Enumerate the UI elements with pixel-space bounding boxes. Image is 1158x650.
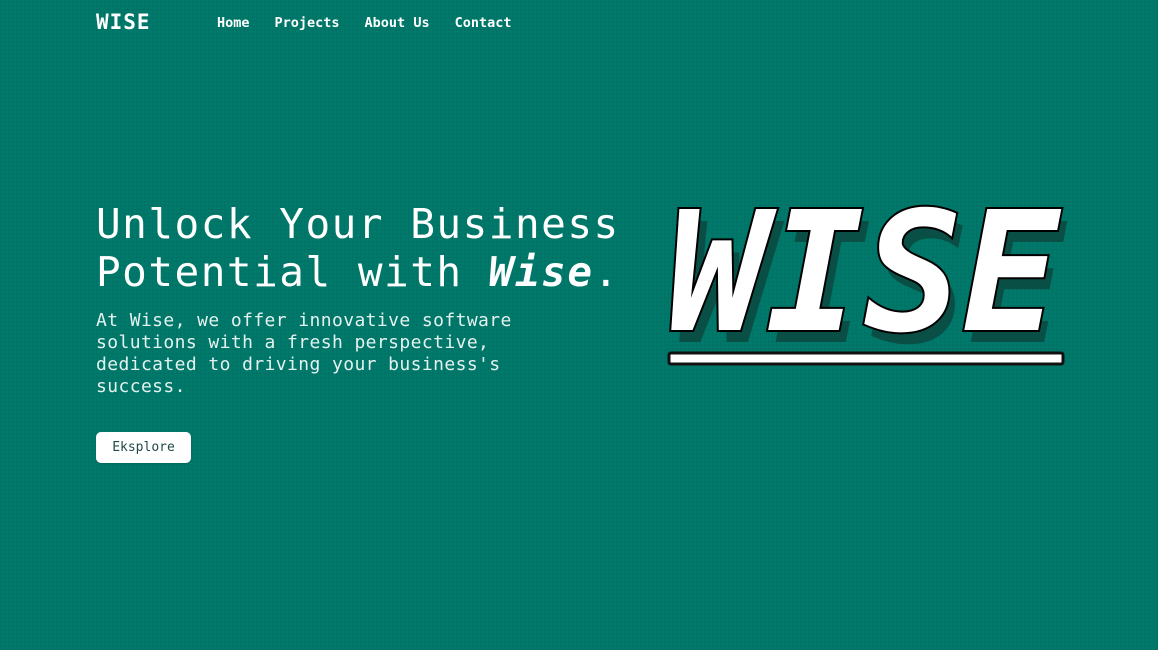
hero-title-line1: Unlock Your Business — [96, 200, 620, 248]
hero-title-suffix: . — [593, 248, 620, 296]
hero-description: At Wise, we offer innovative software so… — [96, 310, 512, 397]
nav-link-contact[interactable]: Contact — [455, 15, 512, 31]
hero-section: Unlock Your Business Potential with Wise… — [96, 200, 656, 398]
hero-title: Unlock Your Business Potential with Wise… — [96, 200, 656, 296]
hero-logo-underline — [667, 351, 1065, 366]
explore-button[interactable]: Eksplore — [96, 432, 191, 463]
nav-link-about-us[interactable]: About Us — [365, 15, 430, 31]
nav-link-projects[interactable]: Projects — [275, 15, 340, 31]
navbar: WISE Home Projects About Us Contact — [0, 0, 1158, 48]
hero-title-emphasis: Wise — [488, 248, 594, 296]
brand-logo[interactable]: WISE — [96, 10, 151, 34]
nav-links: Home Projects About Us Contact — [217, 15, 536, 31]
hero-logo-text: WISE — [668, 190, 1062, 370]
nav-link-home[interactable]: Home — [217, 15, 250, 31]
hero-title-line2-prefix: Potential with — [96, 248, 489, 296]
hero-logo-graphic: WISE WISE — [666, 190, 1068, 380]
